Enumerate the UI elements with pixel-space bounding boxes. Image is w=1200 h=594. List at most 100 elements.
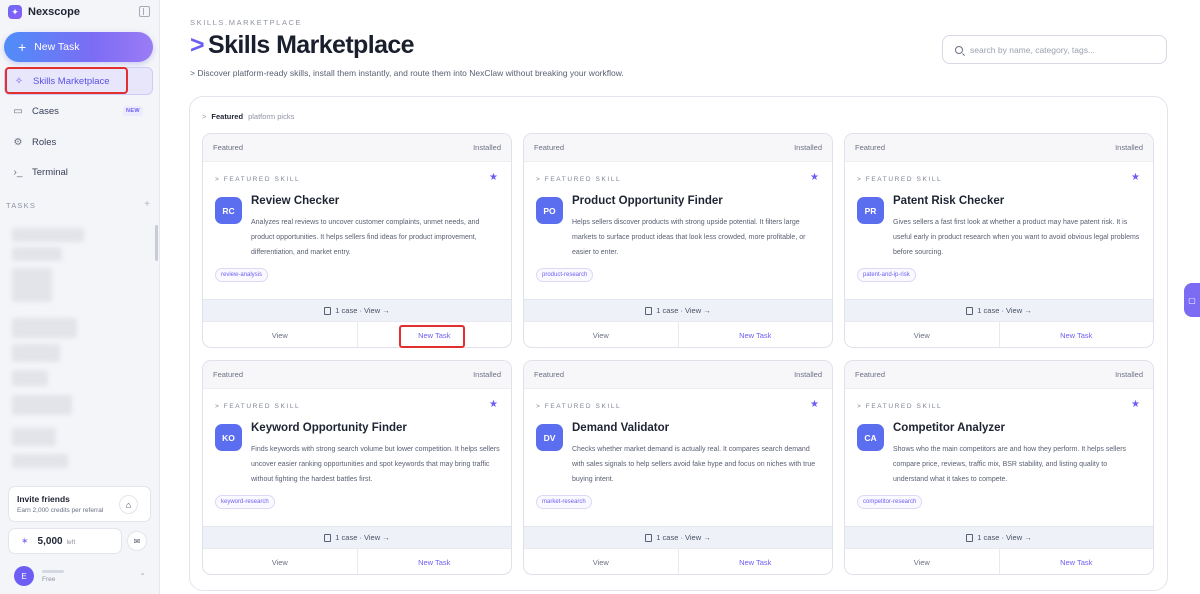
star-icon[interactable]: ★ xyxy=(1131,399,1140,410)
view-button[interactable]: View xyxy=(524,549,679,574)
skill-card[interactable]: Featured Installed > FEATURED SKILL ★ CA… xyxy=(844,360,1154,575)
skill-tag[interactable]: market-research xyxy=(536,495,592,509)
blurred-task[interactable] xyxy=(12,247,62,261)
search-icon xyxy=(955,45,963,54)
skill-tag[interactable]: review-analysis xyxy=(215,268,269,282)
new-task-button[interactable]: New Task xyxy=(1000,549,1154,574)
inbox-icon[interactable]: ✉ xyxy=(127,531,147,551)
view-button[interactable]: View xyxy=(845,549,1000,574)
case-link[interactable]: 1 case · View → xyxy=(845,299,1153,321)
search-box[interactable] xyxy=(942,35,1167,64)
view-button[interactable]: View xyxy=(203,549,358,574)
new-task-button[interactable]: New Task xyxy=(358,549,512,574)
invite-friends-card[interactable]: Invite friends Earn 2,000 credits per re… xyxy=(8,486,151,522)
new-task-button[interactable]: + New Task xyxy=(4,32,153,62)
gift-icon[interactable]: ⌂ xyxy=(119,495,138,514)
credits-value: 5,000 xyxy=(37,535,63,547)
card-actions: View New Task xyxy=(203,548,512,574)
search-input[interactable] xyxy=(970,44,1150,55)
card-eyebrow: > FEATURED SKILL xyxy=(857,176,943,183)
sidebar-item-label: Skills Marketplace xyxy=(33,75,110,87)
book-icon: ▭ xyxy=(13,105,23,117)
case-link[interactable]: 1 case · View → xyxy=(524,299,832,321)
tasks-header: TASKS + xyxy=(6,200,150,211)
skill-card[interactable]: Featured Installed > FEATURED SKILL ★ PR… xyxy=(844,133,1154,348)
featured-header[interactable]: > Featured platform picks xyxy=(202,112,294,121)
case-link[interactable]: 1 case · View → xyxy=(524,526,832,548)
card-eyebrow: > FEATURED SKILL xyxy=(215,176,301,183)
credits-suffix: left xyxy=(66,538,76,546)
skill-tag[interactable]: competitor-research xyxy=(857,495,923,509)
collapse-sidebar-icon[interactable] xyxy=(139,6,150,17)
star-icon[interactable]: ★ xyxy=(810,172,819,183)
featured-sub: platform picks xyxy=(248,112,295,121)
skill-description: Checks whether market demand is actually… xyxy=(572,446,816,483)
blurred-task[interactable] xyxy=(12,395,72,415)
view-button[interactable]: View xyxy=(203,322,358,347)
card-installed-label: Installed xyxy=(794,143,822,152)
user-menu[interactable]: E Free ⌃ xyxy=(14,566,146,586)
card-eyebrow: > FEATURED SKILL xyxy=(857,403,943,410)
card-body: > FEATURED SKILL ★ PO Product Opportunit… xyxy=(524,162,832,299)
skill-card[interactable]: Featured Installed > FEATURED SKILL ★ RC… xyxy=(202,133,512,348)
blurred-task[interactable] xyxy=(12,344,60,362)
card-body: > FEATURED SKILL ★ DV Demand Validator C… xyxy=(524,389,832,526)
document-icon xyxy=(966,533,974,542)
blurred-task[interactable] xyxy=(12,454,68,468)
card-header: Featured Installed xyxy=(845,361,1153,389)
sidebar-scrollbar[interactable] xyxy=(155,225,158,261)
star-icon[interactable]: ★ xyxy=(810,399,819,410)
skill-description: Shows who the main competitors are and h… xyxy=(893,446,1127,483)
sidebar-item-terminal[interactable]: ›_ Terminal xyxy=(4,158,153,186)
case-link[interactable]: 1 case · View → xyxy=(203,299,511,321)
card-header: Featured Installed xyxy=(524,361,832,389)
brand-logo-icon: ✦ xyxy=(8,5,22,19)
view-button[interactable]: View xyxy=(845,322,1000,347)
new-task-button[interactable]: New Task xyxy=(358,322,512,347)
terminal-icon: ›_ xyxy=(13,166,23,178)
tasks-label: TASKS xyxy=(6,201,37,210)
user-name-redacted xyxy=(42,569,64,573)
skill-card[interactable]: Featured Installed > FEATURED SKILL ★ PO… xyxy=(523,133,833,348)
blurred-task[interactable] xyxy=(12,268,52,302)
blurred-task[interactable] xyxy=(12,370,48,386)
feedback-icon[interactable]: ▢ xyxy=(1184,283,1200,317)
skill-name: Review Checker xyxy=(251,195,340,207)
credits-card[interactable]: ✶ 5,000 left xyxy=(8,528,122,554)
new-task-button[interactable]: New Task xyxy=(1000,322,1154,347)
skill-tag[interactable]: patent-and-ip-risk xyxy=(857,268,916,282)
new-task-button[interactable]: New Task xyxy=(679,322,833,347)
sidebar-item-skills-marketplace[interactable]: ✧ Skills Marketplace xyxy=(4,67,153,95)
star-icon[interactable]: ★ xyxy=(489,172,498,183)
page-title: > Skills Marketplace xyxy=(190,31,415,60)
document-icon xyxy=(645,306,653,315)
blurred-task[interactable] xyxy=(12,318,77,338)
user-plan: Free xyxy=(42,575,56,583)
star-icon[interactable]: ★ xyxy=(1131,172,1140,183)
blurred-task[interactable] xyxy=(12,228,84,242)
add-task-icon[interactable]: + xyxy=(144,200,150,210)
skill-card[interactable]: Featured Installed > FEATURED SKILL ★ KO… xyxy=(202,360,512,575)
card-installed-label: Installed xyxy=(473,143,501,152)
sidebar-item-roles[interactable]: ⚙ Roles xyxy=(4,128,153,156)
card-body: > FEATURED SKILL ★ KO Keyword Opportunit… xyxy=(203,389,511,526)
invite-subtitle: Earn 2,000 credits per referral xyxy=(17,507,104,514)
view-button[interactable]: View xyxy=(524,322,679,347)
skill-avatar: CA xyxy=(857,424,884,451)
case-link[interactable]: 1 case · View → xyxy=(845,526,1153,548)
skill-card[interactable]: Featured Installed > FEATURED SKILL ★ DV… xyxy=(523,360,833,575)
breadcrumb: SKILLS.MARKETPLACE xyxy=(190,18,303,27)
blurred-task[interactable] xyxy=(12,428,56,446)
brand[interactable]: ✦ Nexscope xyxy=(8,4,80,20)
sidebar-item-cases[interactable]: ▭ Cases NEW xyxy=(4,97,153,125)
skill-name: Competitor Analyzer xyxy=(893,422,1006,434)
gear-icon: ⚙ xyxy=(13,136,23,148)
case-link[interactable]: 1 case · View → xyxy=(203,526,511,548)
skill-avatar: PO xyxy=(536,197,563,224)
new-task-button[interactable]: New Task xyxy=(679,549,833,574)
skill-tag[interactable]: product-research xyxy=(536,268,594,282)
card-body: > FEATURED SKILL ★ PR Patent Risk Checke… xyxy=(845,162,1153,299)
star-icon[interactable]: ★ xyxy=(489,399,498,410)
case-text: 1 case · View → xyxy=(335,306,390,315)
skill-tag[interactable]: keyword-research xyxy=(215,495,275,509)
